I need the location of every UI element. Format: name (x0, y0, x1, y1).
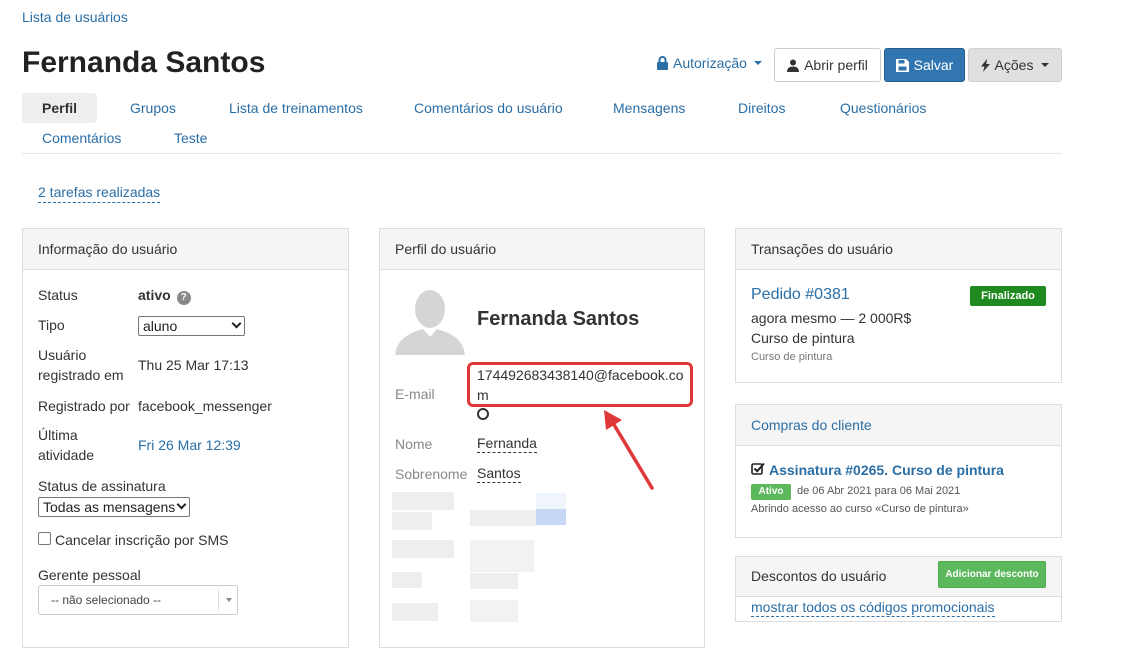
type-select-value: aluno (143, 318, 178, 334)
save-label: Salvar (913, 57, 954, 73)
completed-tasks-link[interactable]: 2 tarefas realizadas (38, 184, 161, 203)
subscription-status-value: Todas as mensagens (43, 499, 176, 515)
order-time-amount: agora mesmo — 2 000R$ (751, 310, 912, 326)
tab-teste[interactable]: Teste (174, 123, 207, 153)
email-highlight-box (467, 362, 693, 407)
last-name-label: Sobrenome (395, 466, 468, 482)
order-course-small: Curso de pintura (751, 351, 833, 363)
status-value-text: ativo (138, 287, 171, 303)
status-label: Status (38, 287, 78, 303)
avatar (395, 285, 465, 355)
email-label: E-mail (395, 386, 435, 402)
finished-badge: Finalizado (970, 286, 1046, 306)
personal-manager-label: Gerente pessoal (38, 567, 141, 583)
customer-purchases-panel-title[interactable]: Compras do cliente (736, 405, 1061, 446)
blurred-field (392, 492, 454, 510)
last-activity-label-line2: atividade (38, 447, 95, 463)
subscription-link[interactable]: Assinatura #0265. Curso de pintura (769, 462, 1004, 478)
red-arrow-icon (604, 410, 654, 490)
avatar-placeholder-icon (395, 290, 465, 355)
registered-at-label-line1: Usuário (38, 347, 87, 363)
tab-perfil[interactable]: Perfil (22, 93, 98, 123)
authorization-dropdown[interactable]: Autorização (656, 55, 762, 71)
breadcrumb[interactable]: Lista de usuários (22, 9, 128, 25)
save-button[interactable]: Salvar (884, 48, 965, 82)
caret-down-icon (1041, 63, 1050, 67)
first-name-label: Nome (395, 436, 433, 452)
actions-dropdown-button[interactable]: Ações (968, 48, 1062, 82)
registered-at-value: Thu 25 Mar 17:13 (138, 357, 249, 373)
tab-questionarios[interactable]: Questionários (840, 93, 926, 123)
blurred-field (470, 600, 518, 622)
last-name-value[interactable]: Santos (477, 464, 521, 483)
tab-direitos[interactable]: Direitos (738, 93, 785, 123)
blurred-field (470, 540, 534, 572)
personal-manager-value: -- não selecionado -- (51, 593, 162, 607)
last-activity-label-line1: Última (38, 427, 78, 443)
last-activity-label: Última atividade (38, 425, 94, 465)
tab-mensagens[interactable]: Mensagens (613, 93, 685, 123)
profile-name: Fernanda Santos (477, 308, 640, 330)
registered-at-label: Usuário registrado em (38, 345, 124, 385)
registered-by-label: Registrado por (38, 398, 130, 414)
chevron-down-icon (231, 318, 242, 329)
tabs-divider (22, 153, 1062, 154)
order-link[interactable]: Pedido #0381 (751, 286, 850, 304)
show-promo-codes-link[interactable]: mostrar todos os códigos promocionais (751, 598, 995, 617)
blurred-field (470, 510, 536, 526)
blurred-field (470, 573, 518, 589)
tab-comentarios-do-usuario[interactable]: Comentários do usuário (414, 93, 563, 123)
open-profile-button[interactable]: Abrir perfil (774, 48, 881, 82)
status-value: ativo? (138, 285, 191, 305)
tab-lista-de-treinamentos[interactable]: Lista de treinamentos (229, 93, 363, 123)
caret-down-icon (753, 61, 762, 65)
first-name-value[interactable]: Fernanda (477, 434, 537, 453)
user-icon (787, 59, 800, 72)
blurred-field (392, 572, 422, 588)
active-badge: Ativo (751, 484, 791, 500)
type-label: Tipo (38, 317, 65, 333)
blurred-field (392, 603, 438, 621)
subscription-status-select[interactable]: Todas as mensagens (38, 497, 190, 517)
user-profile-panel-title: Perfil do usuário (380, 229, 704, 270)
caret-down-icon (226, 598, 232, 602)
tab-comentarios[interactable]: Comentários (42, 123, 121, 153)
user-info-panel-title: Informação do usuário (23, 229, 348, 270)
order-course: Curso de pintura (751, 330, 855, 346)
blurred-field (392, 540, 454, 558)
sms-unsubscribe-label[interactable]: Cancelar inscrição por SMS (55, 530, 229, 550)
tab-grupos[interactable]: Grupos (130, 93, 176, 123)
page-title: Fernanda Santos (22, 46, 266, 79)
subscription-access: Abrindo acesso ao curso «Curso de pintur… (751, 503, 969, 515)
transactions-panel-title: Transações do usuário (736, 229, 1061, 270)
registered-at-label-line2: registrado em (38, 367, 124, 383)
select-divider (218, 590, 219, 610)
question-icon[interactable]: ? (176, 291, 191, 305)
blurred-field (392, 512, 432, 530)
type-select[interactable]: aluno (138, 316, 245, 336)
add-discount-button[interactable]: Adicionar desconto (938, 561, 1046, 588)
floppy-icon (895, 58, 909, 72)
blurred-field (536, 509, 566, 525)
lock-icon (657, 56, 668, 70)
blurred-field (536, 493, 566, 509)
subscription-status-label: Status de assinatura (38, 478, 166, 494)
check-square-icon (751, 462, 765, 475)
registered-by-value: facebook_messenger (138, 398, 272, 414)
circle-icon (477, 408, 489, 420)
authorization-label: Autorização (673, 55, 747, 71)
personal-manager-select[interactable]: -- não selecionado -- (38, 585, 238, 615)
subscription-period: de 06 Abr 2021 para 06 Mai 2021 (797, 485, 961, 497)
bolt-icon (980, 58, 990, 72)
last-activity-value[interactable]: Fri 26 Mar 12:39 (138, 435, 241, 455)
chevron-down-icon (176, 499, 187, 510)
sms-unsubscribe-checkbox[interactable] (38, 532, 51, 545)
open-profile-label: Abrir perfil (804, 57, 868, 73)
actions-label: Ações (994, 57, 1034, 73)
